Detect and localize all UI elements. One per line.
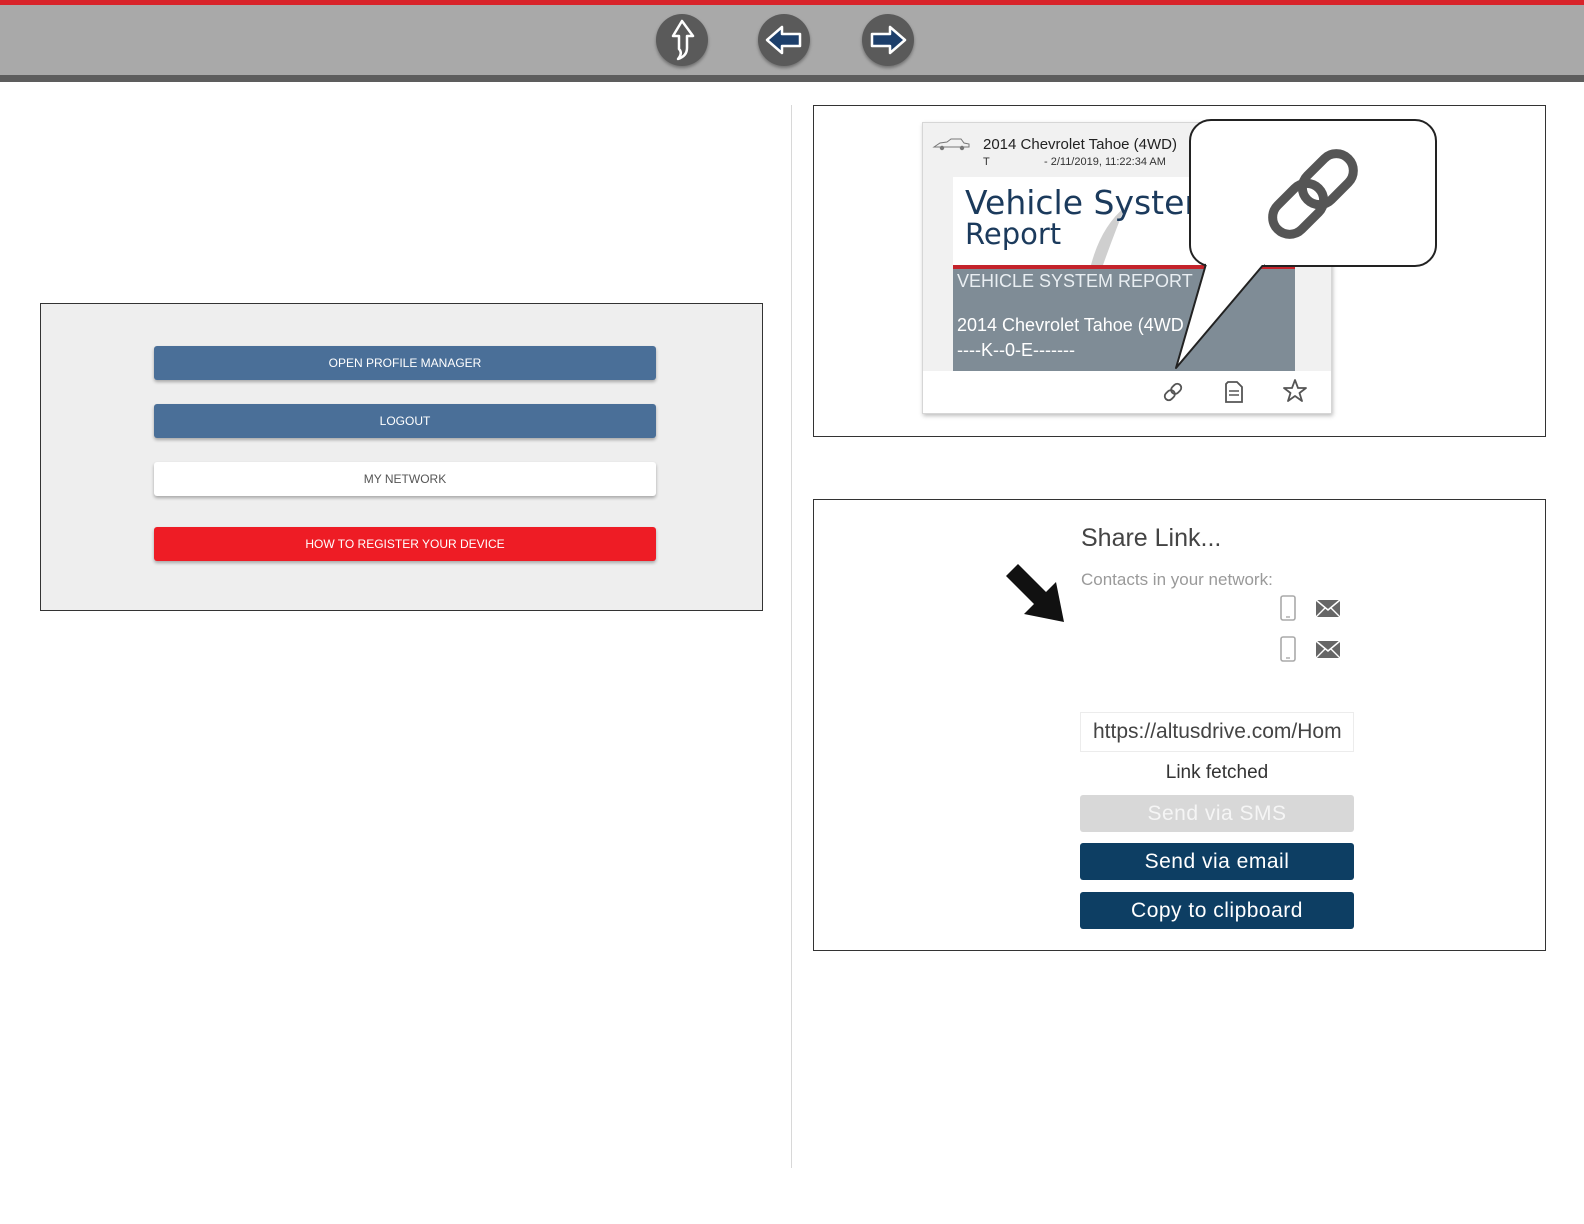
forward-arrow-icon (870, 25, 907, 55)
up-arrow-button[interactable] (656, 14, 708, 66)
mail-icon[interactable] (1315, 594, 1341, 622)
arrow-pointer-icon (1006, 564, 1064, 622)
report-card-panel: 2014 Chevrolet Tahoe (4WD) T - 2/11/2019… (813, 105, 1546, 437)
share-url-field[interactable]: https://altusdrive.com/Hom (1080, 712, 1354, 752)
up-arrow-icon (671, 19, 695, 61)
send-via-email-button[interactable]: Send via email (1080, 843, 1354, 880)
share-link-panel: Share Link... Contacts in your network: … (813, 499, 1546, 951)
contacts-label: Contacts in your network: (1081, 570, 1273, 589)
send-via-sms-button[interactable]: Send via SMS (1080, 795, 1354, 832)
column-divider (791, 105, 792, 1168)
link-status: Link fetched (1165, 762, 1269, 783)
my-network-button[interactable]: MY NETWORK (154, 462, 656, 496)
callout-pointer (1175, 261, 1265, 369)
back-arrow-button[interactable] (758, 14, 810, 66)
share-dialog-title: Share Link... (1081, 524, 1222, 552)
top-toolbar (0, 0, 1584, 82)
how-to-register-device-button[interactable]: HOW TO REGISTER YOUR DEVICE (154, 527, 656, 561)
phone-icon[interactable] (1275, 594, 1301, 622)
copy-to-clipboard-button[interactable]: Copy to clipboard (1080, 892, 1354, 929)
forward-arrow-button[interactable] (862, 14, 914, 66)
phone-icon[interactable] (1275, 635, 1301, 663)
profile-menu-panel: OPEN PROFILE MANAGER LOGOUT MY NETWORK H… (40, 303, 763, 611)
open-profile-manager-button[interactable]: OPEN PROFILE MANAGER (154, 346, 656, 380)
mail-icon[interactable] (1315, 635, 1341, 663)
toolbar-bottom-border (0, 75, 1584, 82)
back-arrow-icon (765, 25, 802, 55)
accent-line (0, 0, 1584, 5)
logout-button[interactable]: LOGOUT (154, 404, 656, 438)
